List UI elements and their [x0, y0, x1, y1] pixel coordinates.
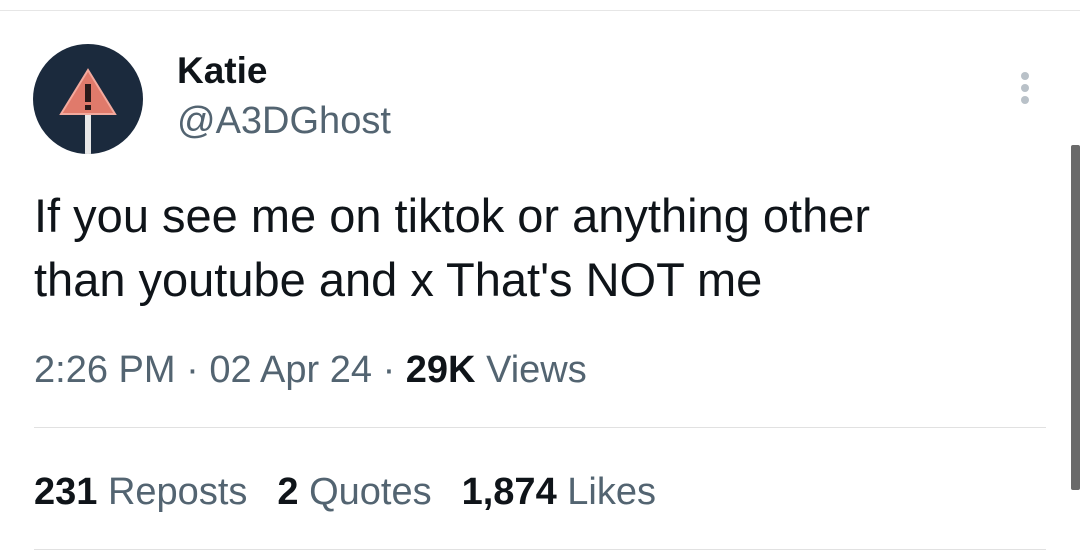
warning-sign-icon: [59, 68, 117, 154]
tweet-meta: 2:26 PM · 02 Apr 24 · 29K Views: [34, 348, 587, 392]
avatar[interactable]: [33, 44, 143, 154]
stats-divider: [34, 427, 1046, 428]
views-label: Views: [486, 349, 587, 391]
tweet-text: If you see me on tiktok or anything othe…: [34, 184, 1034, 312]
scrollbar[interactable]: [1071, 145, 1080, 490]
quotes-count: 2: [277, 471, 299, 513]
author-display-name[interactable]: Katie: [177, 50, 267, 92]
likes-link[interactable]: 1,874 Likes: [462, 471, 656, 513]
reposts-count: 231: [34, 471, 98, 513]
likes-count: 1,874: [461, 471, 557, 513]
reposts-label: Reposts: [107, 471, 248, 513]
reposts-link[interactable]: 231 Reposts: [34, 471, 247, 513]
tweet-date[interactable]: 02 Apr 24: [209, 349, 372, 391]
author-handle[interactable]: @A3DGhost: [177, 100, 391, 142]
quotes-label: Quotes: [309, 471, 432, 513]
tweet-text-line: If you see me on tiktok or anything othe…: [34, 189, 871, 242]
bottom-divider: [34, 549, 1046, 550]
meta-separator: ·: [186, 349, 199, 391]
top-divider: [0, 10, 1080, 11]
engagement-stats: 231 Reposts 2 Quotes 1,874 Likes: [34, 470, 656, 514]
views-count: 29K: [405, 349, 476, 391]
likes-label: Likes: [567, 471, 656, 513]
more-options-icon[interactable]: [1010, 70, 1040, 110]
tweet-text-line: than youtube and x That's NOT me: [34, 253, 763, 306]
tweet-time[interactable]: 2:26 PM: [34, 349, 176, 391]
meta-separator: ·: [382, 349, 396, 391]
quotes-link[interactable]: 2 Quotes: [277, 471, 431, 513]
